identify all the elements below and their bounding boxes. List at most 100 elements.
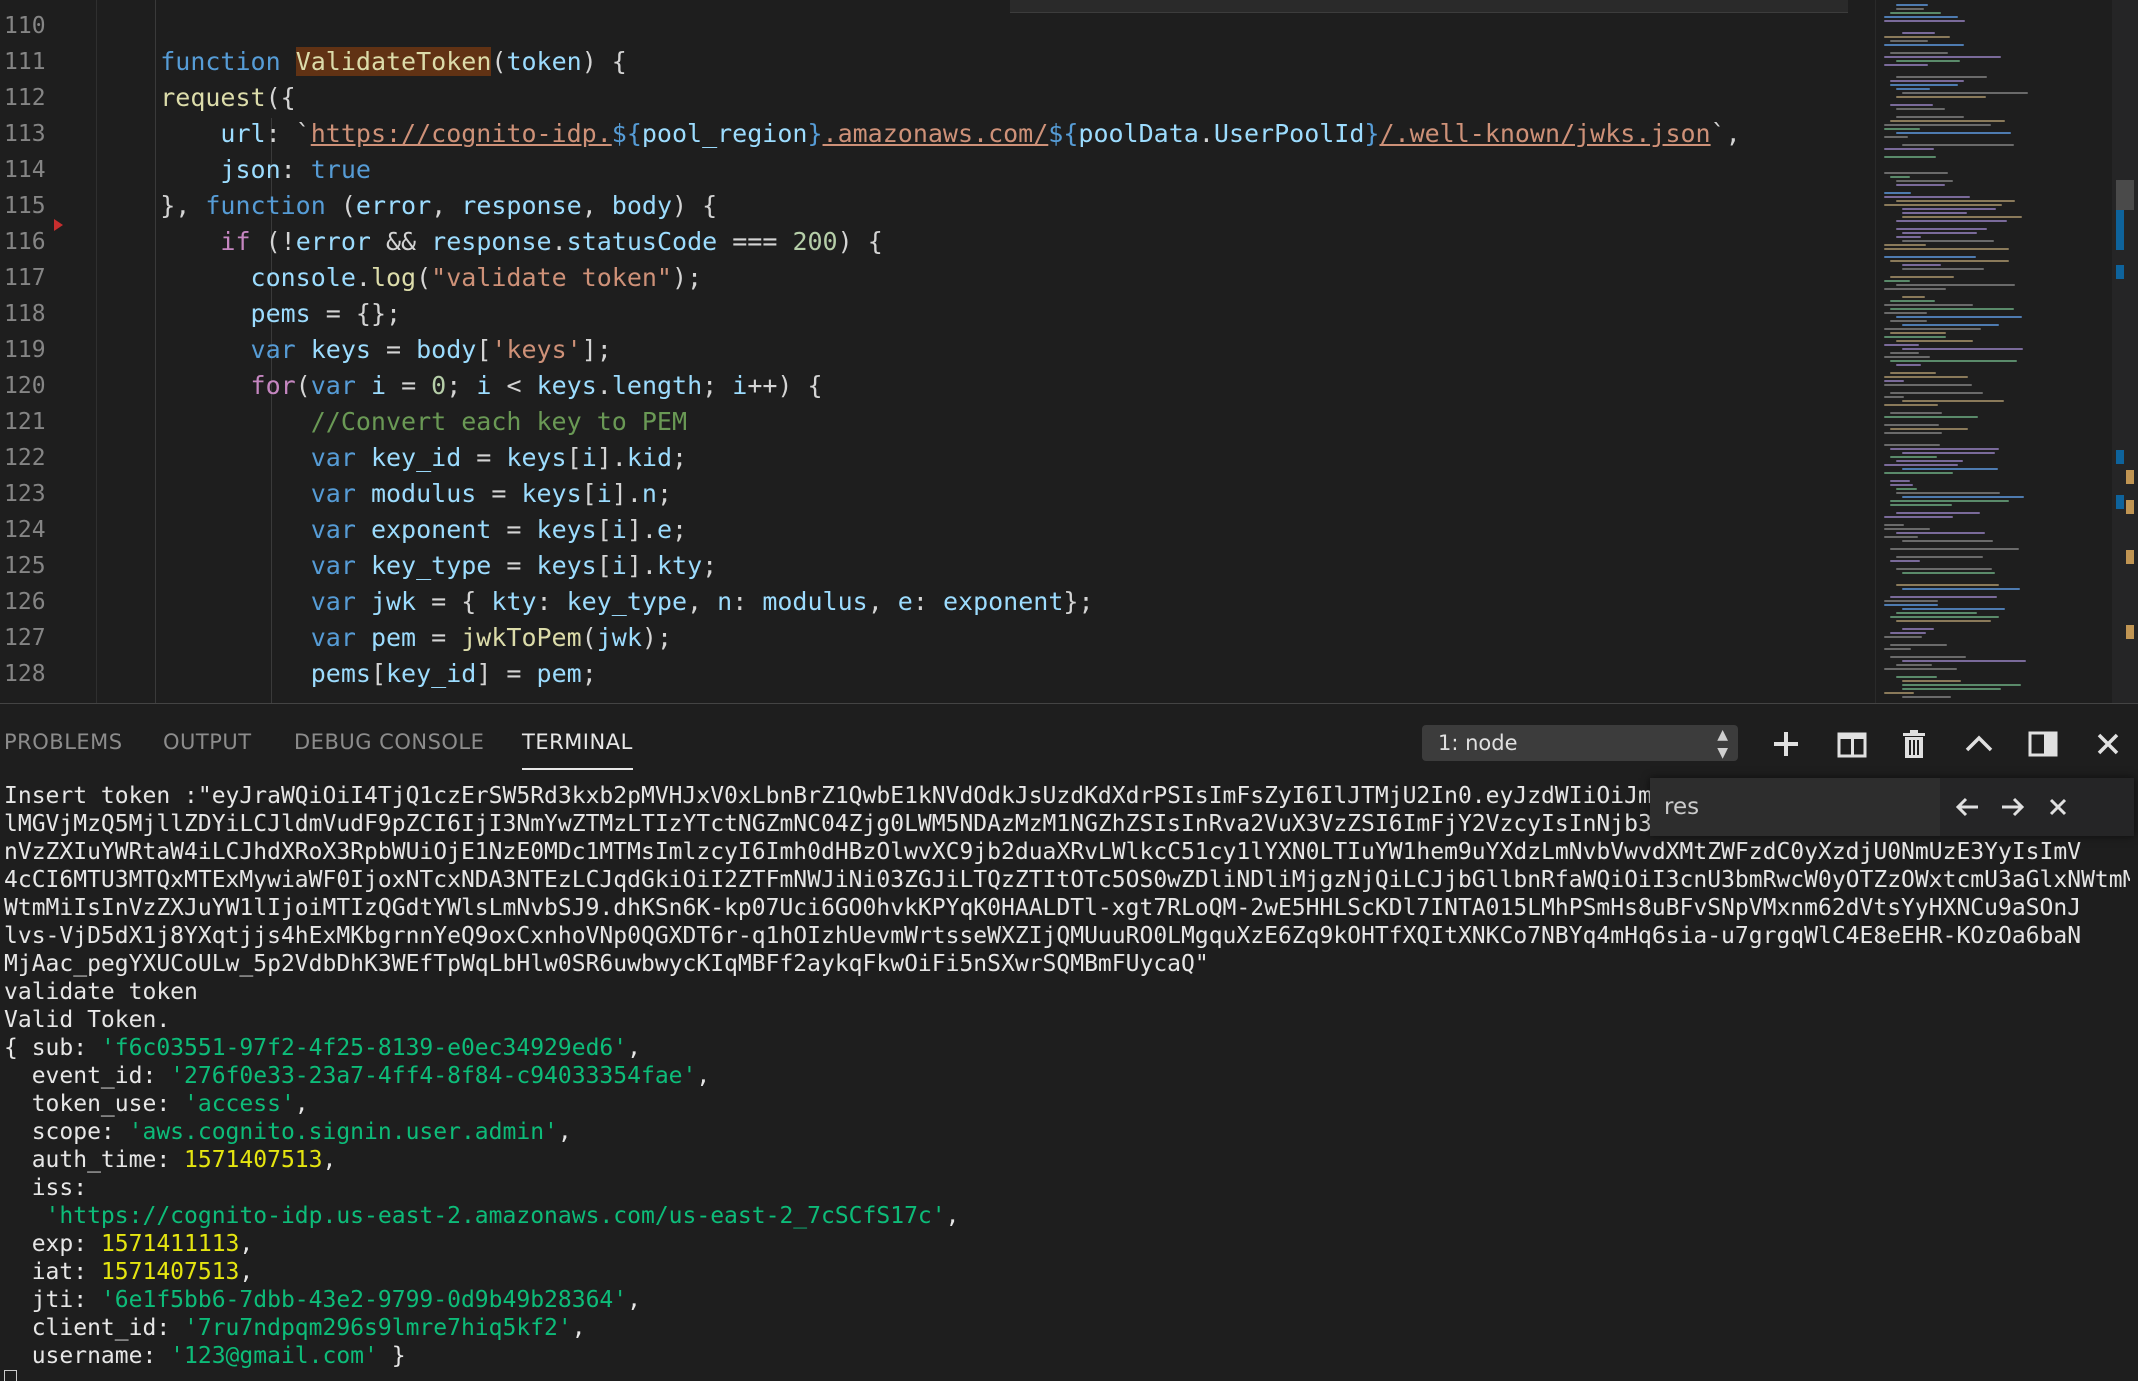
minimap-line xyxy=(1902,588,2020,590)
terminal-line: 'https://cognito-idp.us-east-2.amazonaws… xyxy=(4,1202,2130,1230)
terminal-line: MjAac_pegYXUCoULw_5p2VdbDhK3WEfTpWqLbHlw… xyxy=(4,950,2130,978)
minimap-line xyxy=(1884,692,1914,694)
terminal-output[interactable]: Insert token :"eyJraWQiOiI4TjQ1czErSW5Rd… xyxy=(4,782,2130,1379)
text-token: . xyxy=(355,263,371,292)
text-token: var xyxy=(310,443,356,472)
text-token: ( xyxy=(581,623,597,652)
terminal-select-dropdown[interactable]: 1: node ▲ ▼ xyxy=(1422,725,1738,761)
text-token: [ xyxy=(370,659,386,688)
minimap[interactable] xyxy=(1875,0,2111,703)
text-token: : xyxy=(536,587,567,616)
minimap-line xyxy=(1890,644,1947,646)
close-icon[interactable] xyxy=(2040,789,2076,825)
minimap-line xyxy=(1896,340,1973,342)
minimap-line xyxy=(1902,296,1925,298)
line-number: 124 xyxy=(4,517,46,543)
minimap-line xyxy=(1890,596,1997,598)
tab-terminal[interactable]: TERMINAL xyxy=(522,730,633,770)
text-token: = xyxy=(416,623,462,652)
text-token: key_id xyxy=(386,659,477,688)
text-token: jwkToPem xyxy=(461,623,582,652)
minimap-line xyxy=(1902,268,1984,270)
text-token: ) { xyxy=(672,191,718,220)
fold-indicator-icon[interactable] xyxy=(54,219,63,231)
minimap-line xyxy=(1902,628,1934,630)
text-token: exponent xyxy=(370,515,492,544)
text-token: = {}; xyxy=(310,299,402,328)
minimap-line xyxy=(1890,656,1966,658)
minimap-line xyxy=(1896,8,1924,10)
text-token: 'https://cognito-idp.us-east-2.amazonaws… xyxy=(45,1203,946,1229)
terminal-line: token_use: 'access', xyxy=(4,1090,2130,1118)
text-token: body xyxy=(611,191,673,220)
text-token: //Convert each key to PEM xyxy=(310,407,688,436)
text-token: < xyxy=(491,371,537,400)
minimap-line xyxy=(1902,572,1995,574)
minimap-line xyxy=(1890,52,1948,54)
code-lines[interactable]: function ValidateToken(token) { request(… xyxy=(100,8,1741,692)
text-token: : ` xyxy=(265,119,311,148)
text-token: ( xyxy=(325,191,356,220)
minimap-line xyxy=(1884,56,2001,58)
terminal-line: 4cCI6MTU3MTQxMTExMywiaWF0IjoxNTcxNDA3NTE… xyxy=(4,866,2130,894)
minimap-line xyxy=(1884,288,1946,290)
text-token: } xyxy=(1364,119,1380,148)
minimap-line xyxy=(1890,352,1919,354)
line-number: 128 xyxy=(4,661,46,687)
terminal-line: lvs-VjD5dX1j8YXqtjjs4hExMKbgrnnYeQ9oxCxn… xyxy=(4,922,2130,950)
line-number: 118 xyxy=(4,301,46,327)
toggle-panel-icon[interactable] xyxy=(2025,726,2061,762)
minimap-line xyxy=(1896,4,1928,6)
minimap-line xyxy=(1890,308,2014,310)
minimap-line xyxy=(1896,184,1945,186)
split-terminal-icon[interactable] xyxy=(1834,726,1870,762)
minimap-line xyxy=(1896,220,2007,222)
text-token: iat: xyxy=(4,1259,101,1285)
text-token: e xyxy=(897,587,913,616)
text-token: modulus xyxy=(762,587,868,616)
text-token: keys xyxy=(536,551,597,580)
terminal-line: username: '123@gmail.com' } xyxy=(4,1342,2130,1370)
tab-problems[interactable]: PROBLEMS xyxy=(4,730,123,754)
text-token: keys xyxy=(536,515,597,544)
minimap-line xyxy=(1896,512,1980,514)
minimap-line xyxy=(1896,96,1986,98)
text-token: ) { xyxy=(837,227,883,256)
minimap-line xyxy=(1890,12,1941,14)
minimap-line xyxy=(1902,144,2014,146)
plus-icon[interactable] xyxy=(1768,726,1804,762)
code-line: pems = {}; xyxy=(100,296,1741,332)
scrollbar-marker xyxy=(2126,625,2134,639)
minimap-line xyxy=(1884,648,1911,650)
text-token: .amazonaws.com/ xyxy=(822,119,1049,148)
editor-scrollbar[interactable] xyxy=(2112,0,2138,703)
close-icon[interactable] xyxy=(2090,726,2126,762)
code-editor[interactable]: 110 111 112 113 114 115 116 117 118 119 120 121 122 1… xyxy=(0,0,2138,703)
trash-icon[interactable] xyxy=(1896,726,1932,762)
text-token: === xyxy=(717,227,793,256)
text-token: length xyxy=(611,371,703,400)
minimap-line xyxy=(1890,392,1983,394)
tab-debug-console[interactable]: DEBUG CONSOLE xyxy=(294,730,484,754)
minimap-line xyxy=(1890,616,1999,618)
minimap-line xyxy=(1896,620,1991,622)
chevron-up-icon[interactable] xyxy=(1961,726,1997,762)
minimap-line xyxy=(1902,680,1961,682)
arrow-left-icon[interactable] xyxy=(1950,789,1986,825)
arrow-right-icon[interactable] xyxy=(1994,789,2030,825)
text-token: (! xyxy=(250,227,296,256)
text-token: = xyxy=(461,443,507,472)
find-input[interactable] xyxy=(1650,778,1940,836)
text-token: pem xyxy=(370,623,417,652)
text-token: . xyxy=(596,371,612,400)
tab-output[interactable]: OUTPUT xyxy=(163,730,252,754)
text-token: , xyxy=(627,1287,641,1313)
text-token: , xyxy=(687,587,718,616)
minimap-line xyxy=(1896,492,2000,494)
text-token: 4cCI6MTU3MTQxMTExMywiaWF0IjoxNTcxNDA3NTE… xyxy=(4,867,2130,893)
minimap-line xyxy=(1896,584,1999,586)
